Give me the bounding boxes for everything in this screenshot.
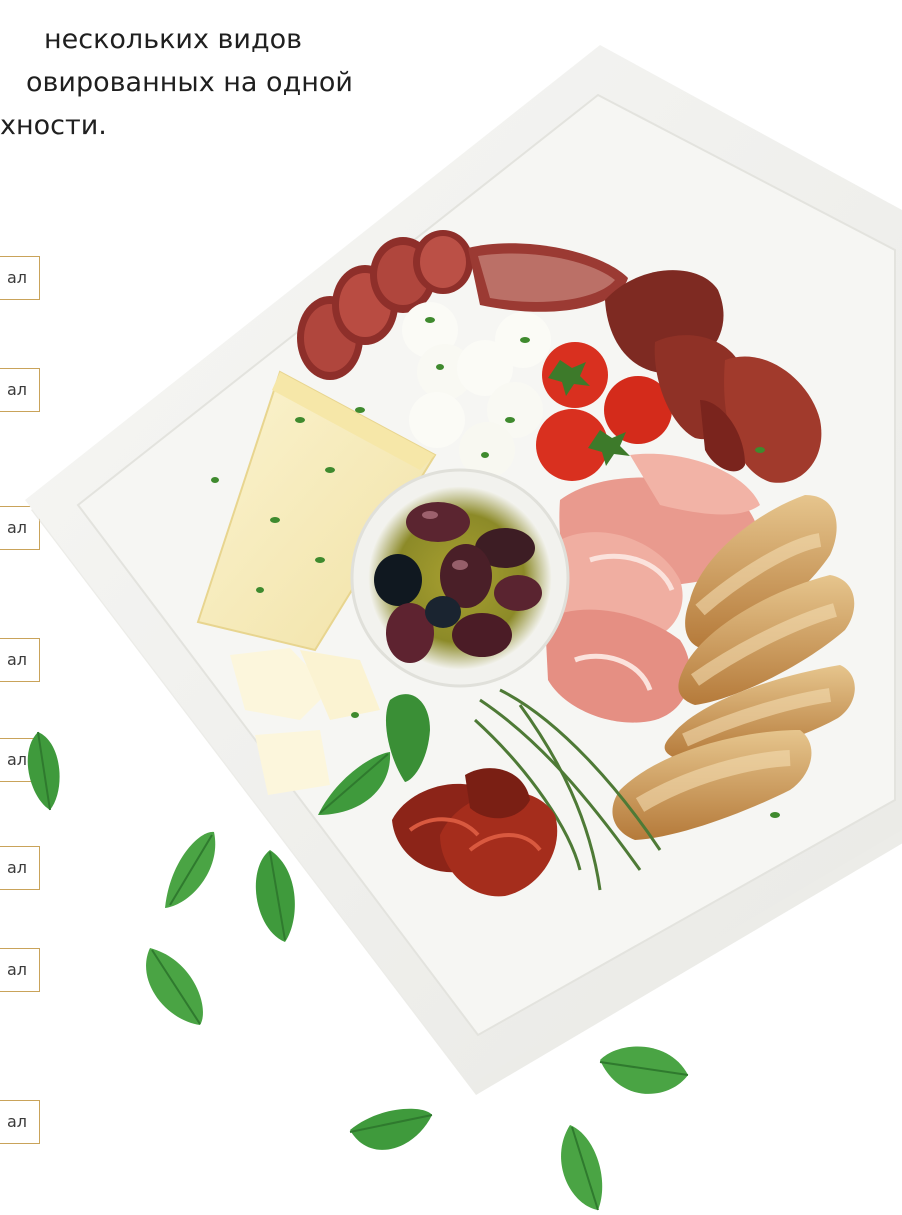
- intro-line-2: овированных на одной: [26, 67, 353, 98]
- detail-button-3[interactable]: ал: [0, 506, 40, 550]
- cherry-tomatoes: [536, 342, 672, 481]
- cheese-wedge: [196, 370, 437, 795]
- detail-button-6[interactable]: ал: [0, 846, 40, 890]
- detail-button-8[interactable]: ал: [0, 1100, 40, 1144]
- plate: [25, 45, 902, 1095]
- intro-line-3: хности.: [0, 110, 107, 141]
- prosciutto: [545, 453, 760, 723]
- detail-button-1[interactable]: ал: [0, 256, 40, 300]
- detail-button-5[interactable]: ал: [0, 738, 40, 782]
- bread-slices: [612, 495, 855, 840]
- intro-line-1: нескольких видов: [44, 24, 303, 55]
- page: нескольких видов овированных на одной хн…: [0, 0, 902, 1215]
- detail-button-2[interactable]: ал: [0, 368, 40, 412]
- sun-dried-tomatoes: [392, 768, 558, 897]
- olive-bowl: [350, 468, 570, 688]
- detail-button-4[interactable]: ал: [0, 638, 40, 682]
- basil-leaves: [27, 694, 689, 1211]
- detail-button-7[interactable]: ал: [0, 948, 40, 992]
- salami: [297, 230, 628, 380]
- intro-text: нескольких видов овированных на одной хн…: [0, 18, 420, 147]
- antipasto-plate-photo: [25, 45, 902, 1211]
- thyme: [473, 688, 662, 891]
- herb-sprinkles: [211, 317, 780, 818]
- bresaola: [605, 270, 822, 483]
- mozzarella: [402, 302, 551, 478]
